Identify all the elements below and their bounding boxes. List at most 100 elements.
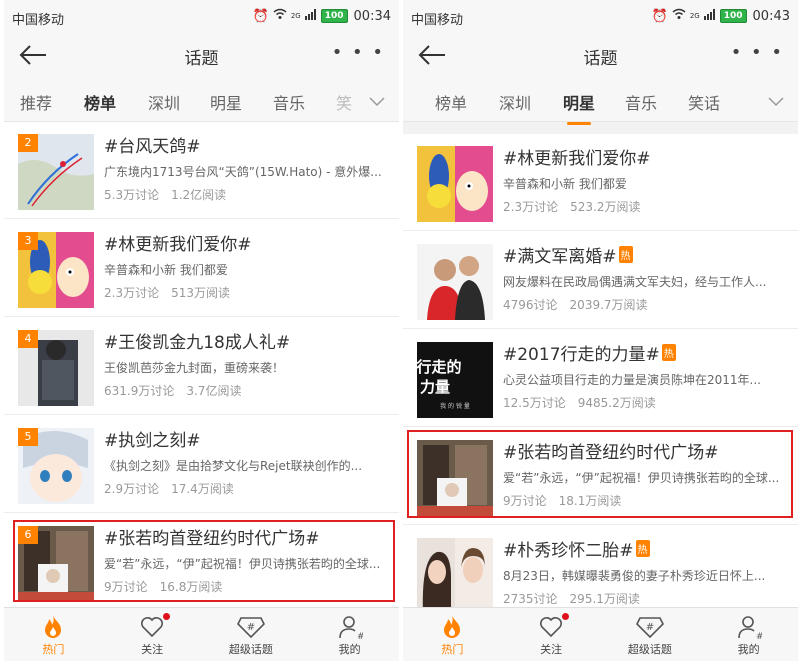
super-topic-icon: # (236, 617, 265, 639)
topic-title: #张若昀首登纽约时代广场# (503, 443, 719, 463)
tab-underline (567, 122, 591, 125)
bottom-nav: 热门 关注 # 超级话题 # 我的 (403, 607, 798, 661)
list-item[interactable]: #林更新我们爱你# 辛普森和小新 我们都爱 2.3万讨论 523.2万阅读 (403, 134, 798, 231)
more-icon[interactable]: • • • (332, 42, 385, 63)
portrait-photo-image (417, 538, 493, 607)
nav-follow-label: 关注 (540, 643, 563, 656)
topic-title: #满文军离婚# (503, 247, 617, 267)
network-type: 2G (290, 12, 301, 20)
discuss-count: 9万讨论 (503, 494, 547, 508)
tab-ranking[interactable]: 榜单 (435, 90, 467, 114)
tab-shenzhen[interactable]: 深圳 (148, 90, 180, 114)
nav-hot[interactable]: 热门 (4, 608, 103, 661)
svg-text:#: # (756, 632, 762, 640)
list-item[interactable]: #张若昀首登纽约时代广场# 爱“若”永远，“伊”起祝福！伊贝诗携张若昀的全球..… (403, 428, 798, 525)
chevron-down-icon[interactable] (768, 92, 784, 107)
topic-thumbnail (417, 244, 493, 320)
topic-description: 网友爆料在民政局偶遇满文军夫妇，经与工作人... (503, 275, 767, 289)
chevron-down-icon[interactable] (369, 92, 385, 107)
list-item[interactable]: #满文军离婚# 热 网友爆料在民政局偶遇满文军夫妇，经与工作人... 4796讨论… (403, 232, 798, 329)
rank-badge: 2 (18, 134, 38, 152)
nav-follow[interactable]: 关注 (103, 608, 202, 661)
more-icon[interactable]: • • • (731, 42, 784, 63)
topic-description: 《执剑之刻》是由拾梦文化与Rejet联袂创作的... (104, 459, 363, 473)
topic-thumbnail (417, 440, 493, 516)
tab-music[interactable]: 音乐 (273, 90, 305, 114)
svg-text:#: # (247, 622, 255, 633)
tab-joke[interactable]: 笑 (336, 90, 352, 114)
carrier-label: 中国移动 (411, 13, 464, 28)
cartoon-image (417, 146, 493, 222)
tab-bar: 推荐 榜单 深圳 明星 音乐 笑 (4, 78, 399, 125)
topic-thumbnail (417, 146, 493, 222)
tab-star[interactable]: 明星 (563, 90, 595, 125)
topic-title: #林更新我们爱你# (104, 235, 252, 255)
topic-title: #台风天鸽# (104, 137, 201, 157)
topic-title: #林更新我们爱你# (503, 149, 651, 169)
bottom-nav: 热门 关注 # 超级话题 # 我的 (4, 607, 399, 661)
heart-icon (141, 617, 164, 638)
discuss-count: 4796讨论 (503, 298, 558, 312)
tab-shenzhen[interactable]: 深圳 (499, 90, 531, 114)
notification-dot (561, 613, 569, 620)
nav-me-label: 我的 (737, 643, 760, 656)
nav-super-topic[interactable]: # 超级话题 (202, 608, 301, 661)
nav-follow[interactable]: 关注 (502, 608, 601, 661)
list-item[interactable]: 3 #林更新我们爱你# 辛普森和小新 我们都爱 2.3万讨论 513万阅读 (4, 220, 399, 317)
times-square-image (417, 440, 493, 516)
topic-description: 爱“若”永远，“伊”起祝福！伊贝诗携张若昀的全球... (104, 557, 381, 571)
topic-description: 辛普森和小新 我们都爱 (104, 263, 228, 277)
nav-follow-label: 关注 (141, 643, 164, 656)
nav-hot[interactable]: 热门 (403, 608, 502, 661)
nav-me[interactable]: # 我的 (699, 608, 798, 661)
tab-bar: 榜单 深圳 明星 音乐 笑话 (403, 78, 798, 125)
list-item[interactable]: 6 #张若昀首登纽约时代广场# 爱“若”永远，“伊”起祝福！伊贝诗携张若昀的全球… (4, 514, 399, 607)
nav-hot-label: 热门 (42, 643, 65, 656)
discuss-count: 2.3万讨论 (104, 286, 160, 300)
super-topic-icon: # (635, 617, 664, 639)
tab-recommend[interactable]: 推荐 (20, 90, 52, 114)
discuss-count: 12.5万讨论 (503, 396, 566, 410)
topic-list: 2 #台风天鸽# 广东境内1713号台风“天鸽”(15W.Hato) - 意外爆… (4, 122, 399, 607)
tab-joke[interactable]: 笑话 (688, 90, 720, 114)
read-count: 9485.2万阅读 (577, 396, 656, 410)
heart-icon (540, 617, 563, 638)
battery-icon: 100 (719, 9, 747, 23)
notification-dot (162, 613, 170, 620)
list-item[interactable]: 5 #执剑之刻# 《执剑之刻》是由拾梦文化与Rejet联袂创作的... 2.9万… (4, 416, 399, 513)
signal-icon (703, 9, 716, 23)
battery-icon: 100 (320, 9, 348, 23)
user-icon: # (338, 616, 363, 640)
rank-badge: 3 (18, 232, 38, 250)
topic-thumbnail: 6 (18, 526, 94, 602)
list-item[interactable]: 行走的 力量 我 的 锐 量 #2017行走的力量# 热 心灵公益项目行走的力量是… (403, 330, 798, 427)
walking-power-logo: 行走的 力量 我 的 锐 量 (417, 342, 493, 418)
rank-badge: 4 (18, 330, 38, 348)
tab-music[interactable]: 音乐 (625, 90, 657, 114)
svg-text:#: # (357, 632, 363, 640)
clock: 00:34 (353, 8, 391, 24)
logo-text-line3: 我 的 锐 量 (440, 402, 470, 410)
tab-ranking[interactable]: 榜单 (84, 90, 116, 125)
nav-super-topic[interactable]: # 超级话题 (601, 608, 700, 661)
discuss-count: 5.3万讨论 (104, 188, 160, 202)
topic-thumbnail: 3 (18, 232, 94, 308)
topic-title: #朴秀珍怀二胎# (503, 541, 634, 561)
nav-bar: 话题 • • • (403, 32, 798, 78)
read-count: 523.2万阅读 (570, 200, 641, 214)
list-item[interactable]: 4 #王俊凯金九18成人礼# 王俊凯芭莎金九封面，重磅来袭！ 631.9万讨论 3… (4, 318, 399, 415)
status-bar: 中国移动 ⏰ 2G 100 00:43 (403, 0, 798, 32)
list-item[interactable]: 2 #台风天鸽# 广东境内1713号台风“天鸽”(15W.Hato) - 意外爆… (4, 122, 399, 219)
hot-badge: 热 (661, 344, 676, 361)
alarm-icon: ⏰ (252, 8, 269, 24)
topic-description: 王俊凯芭莎金九封面，重磅来袭！ (104, 361, 285, 375)
list-item[interactable]: #朴秀珍怀二胎# 热 8月23日，韩媒曝裴勇俊的妻子朴秀珍近日怀上... 2735… (403, 526, 798, 607)
hot-badge: 热 (635, 540, 650, 557)
discuss-count: 2735讨论 (503, 592, 558, 606)
nav-me[interactable]: # 我的 (300, 608, 399, 661)
read-count: 3.7亿阅读 (186, 384, 242, 398)
read-count: 2039.7万阅读 (569, 298, 648, 312)
tab-star[interactable]: 明星 (210, 90, 242, 114)
carrier-label: 中国移动 (12, 13, 65, 28)
hot-badge: 热 (618, 246, 633, 263)
